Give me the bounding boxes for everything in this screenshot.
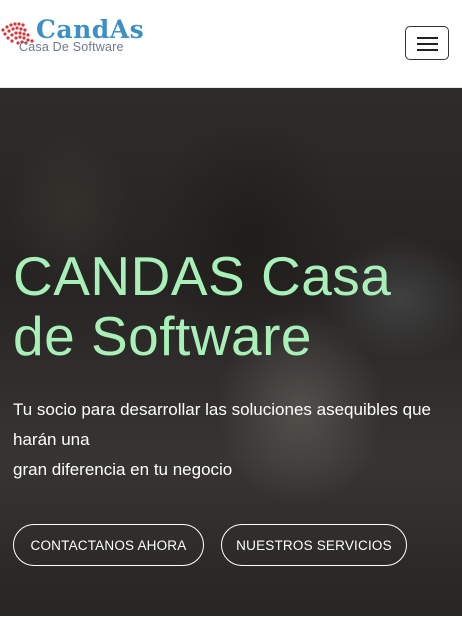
- hamburger-icon: [417, 49, 438, 51]
- hero-subtitle: Tu socio para desarrollar las soluciones…: [13, 395, 458, 485]
- hamburger-icon: [417, 37, 438, 39]
- logo-tagline: Casa De Software: [19, 40, 124, 54]
- hamburger-icon: [417, 43, 438, 45]
- hero-subtitle-line1: Tu socio para desarrollar las soluciones…: [13, 400, 431, 449]
- contact-now-button[interactable]: CONTACTANOS AHORA: [13, 524, 204, 566]
- site-header: CandAs Casa De Software: [0, 0, 462, 88]
- hero-subtitle-line2: gran diferencia en tu negocio: [13, 460, 233, 479]
- hero-section: CANDAS Casa de Software Tu socio para de…: [0, 88, 462, 618]
- hero-title: CANDAS Casa de Software: [13, 245, 392, 367]
- menu-toggle-button[interactable]: [405, 26, 449, 60]
- our-services-button[interactable]: NUESTROS SERVICIOS: [221, 524, 407, 566]
- logo[interactable]: CandAs Casa De Software: [0, 15, 160, 57]
